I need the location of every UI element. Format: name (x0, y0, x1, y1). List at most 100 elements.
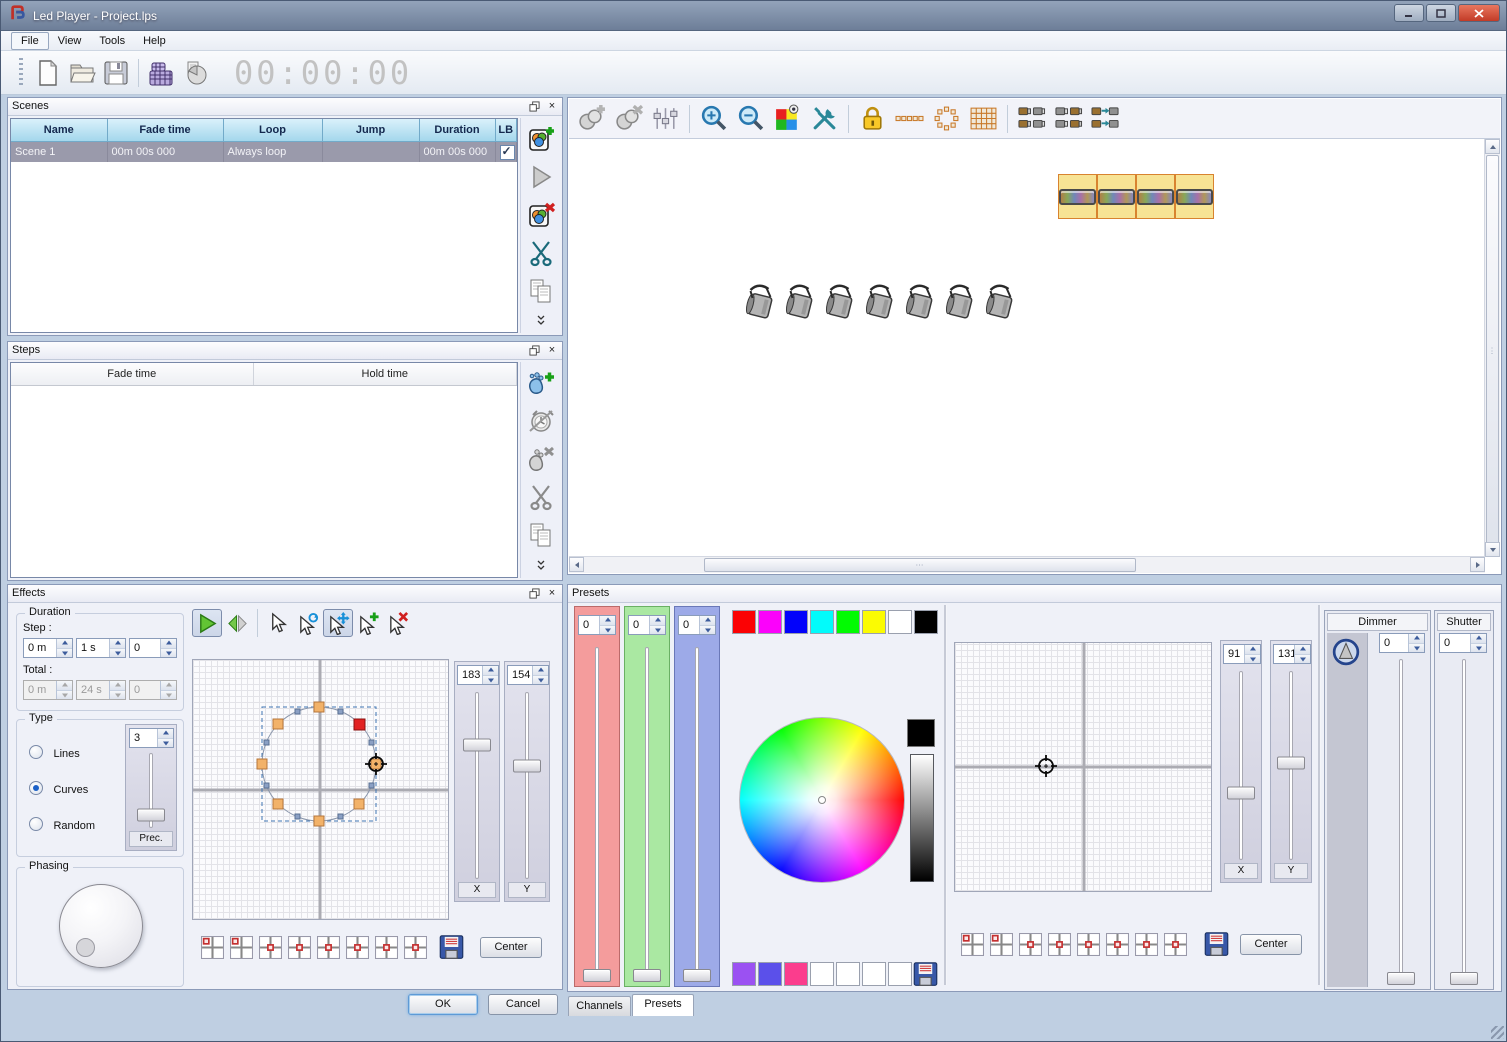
zoom-out-icon[interactable] (732, 102, 769, 136)
blue-fader[interactable]: 0 (674, 606, 720, 987)
zoom-in-icon[interactable] (695, 102, 732, 136)
minimize-button[interactable] (1394, 4, 1424, 22)
position-preset-button[interactable] (258, 935, 282, 959)
led-bar-fixture[interactable] (1097, 174, 1136, 219)
settings-tools-icon[interactable] (806, 102, 843, 136)
pan-spinner[interactable]: 91 (1223, 644, 1261, 664)
mouse-icon[interactable] (178, 56, 212, 90)
arrange-circle-icon[interactable] (928, 102, 965, 136)
color-swatch[interactable] (732, 610, 756, 634)
delete-scene-icon[interactable] (524, 198, 558, 232)
copy-icon[interactable] (524, 518, 558, 552)
pingpong-icon[interactable] (222, 609, 252, 637)
brightness-gradient-bar[interactable] (910, 754, 934, 882)
menu-item-view[interactable]: View (49, 33, 91, 49)
scene-duration-cell[interactable]: 00m 00s 000 (419, 142, 495, 163)
add-fixture-icon[interactable] (573, 102, 610, 136)
cancel-button[interactable]: Cancel (488, 994, 558, 1015)
column-header-duration[interactable]: Duration (419, 119, 495, 142)
scroll-down-button[interactable] (1485, 542, 1500, 557)
column-header-lb[interactable]: LB (495, 119, 517, 142)
green-fader-thumb[interactable] (633, 969, 661, 982)
radio-icon[interactable] (29, 745, 43, 759)
more-buttons-icon[interactable] (535, 313, 547, 331)
faders-icon[interactable] (647, 102, 684, 136)
position-preset-button[interactable] (1047, 932, 1071, 956)
column-header-fade-time[interactable]: Fade time (11, 363, 253, 386)
cursor-move-icon[interactable] (323, 609, 353, 637)
color-swatch[interactable] (888, 610, 912, 634)
add-step-icon[interactable] (524, 366, 558, 400)
play-green-icon[interactable] (192, 609, 222, 637)
position-preset-button[interactable] (287, 935, 311, 959)
position-preset-button[interactable] (960, 932, 984, 956)
column-header-hold-time[interactable]: Hold time (253, 363, 517, 386)
color-swatch[interactable] (732, 962, 756, 986)
cursor-rotate-icon[interactable] (293, 609, 323, 637)
group-pair-icon[interactable] (1013, 102, 1050, 136)
type-option-curves[interactable]: Curves (29, 780, 88, 798)
presets-panel-header[interactable]: Presets (568, 585, 1501, 603)
save-position-icon[interactable] (1203, 930, 1230, 957)
save-position-icon[interactable] (438, 933, 465, 960)
more-buttons-icon[interactable] (535, 558, 547, 576)
scene-jump-cell[interactable] (322, 142, 419, 163)
spotlight-fixture[interactable] (740, 282, 777, 329)
position-preset-button[interactable] (229, 935, 253, 959)
blue-spinner[interactable]: 0 (678, 615, 716, 635)
color-swatch[interactable] (784, 962, 808, 986)
spotlight-fixture[interactable] (780, 282, 817, 329)
slider-thumb[interactable] (1450, 972, 1478, 985)
float-panel-icon[interactable] (527, 99, 541, 113)
position-preset-button[interactable] (1076, 932, 1100, 956)
spotlight-fixture[interactable] (860, 282, 897, 329)
group-link-icon[interactable] (1087, 102, 1124, 136)
green-spinner[interactable]: 0 (628, 615, 666, 635)
position-preset-button[interactable] (374, 935, 398, 959)
phasing-knob[interactable] (59, 884, 143, 968)
lock-icon[interactable] (854, 102, 891, 136)
tab-channels[interactable]: Channels (568, 996, 631, 1016)
position-preset-button[interactable] (200, 935, 224, 959)
position-preset-button[interactable] (1134, 932, 1158, 956)
color-swatch[interactable] (810, 610, 834, 634)
cut-teal-icon[interactable] (524, 236, 558, 270)
float-panel-icon[interactable] (527, 343, 541, 357)
open-folder-icon[interactable] (65, 56, 99, 90)
scene-row[interactable]: Scene 1 00m 00s 000 Always loop 00m 00s … (11, 142, 517, 163)
radio-icon[interactable] (29, 817, 43, 831)
save-color-icon[interactable] (912, 960, 939, 987)
scroll-up-button[interactable] (1485, 139, 1500, 154)
close-panel-icon[interactable]: × (545, 99, 559, 113)
dimmer-spinner[interactable]: 0 (1379, 633, 1425, 653)
play-gray-icon[interactable] (524, 160, 558, 194)
add-scene-icon[interactable] (524, 122, 558, 156)
color-swatch[interactable] (758, 962, 782, 986)
position-preset-button[interactable] (316, 935, 340, 959)
menu-item-tools[interactable]: Tools (90, 33, 134, 49)
step-minutes-spinner[interactable]: 0 m (23, 638, 73, 658)
remove-fixture-icon[interactable] (610, 102, 647, 136)
close-panel-icon[interactable]: × (545, 586, 559, 600)
green-fader[interactable]: 0 (624, 606, 670, 987)
effect-center-button[interactable]: Center (480, 937, 542, 958)
position-preset-button[interactable] (403, 935, 427, 959)
led-bar-fixture[interactable] (1058, 174, 1097, 219)
resize-grip[interactable] (1491, 1026, 1504, 1039)
color-swatch[interactable] (862, 962, 886, 986)
scroll-left-button[interactable] (569, 557, 584, 572)
scroll-right-button[interactable] (1470, 557, 1485, 572)
red-fader-thumb[interactable] (583, 969, 611, 982)
pan-tilt-grid[interactable] (954, 642, 1212, 892)
slider-thumb[interactable] (1227, 786, 1255, 799)
position-preset-button[interactable] (1105, 932, 1129, 956)
red-fader[interactable]: 0 (574, 606, 620, 987)
lb-checkbox[interactable] (500, 145, 515, 160)
group-pair2-icon[interactable] (1050, 102, 1087, 136)
new-file-icon[interactable] (31, 56, 65, 90)
position-preset-button[interactable] (1163, 932, 1187, 956)
color-swatch[interactable] (758, 610, 782, 634)
spotlight-fixture[interactable] (820, 282, 857, 329)
cut-gray-icon[interactable] (524, 480, 558, 514)
scene-fade-cell[interactable]: 00m 00s 000 (107, 142, 223, 163)
